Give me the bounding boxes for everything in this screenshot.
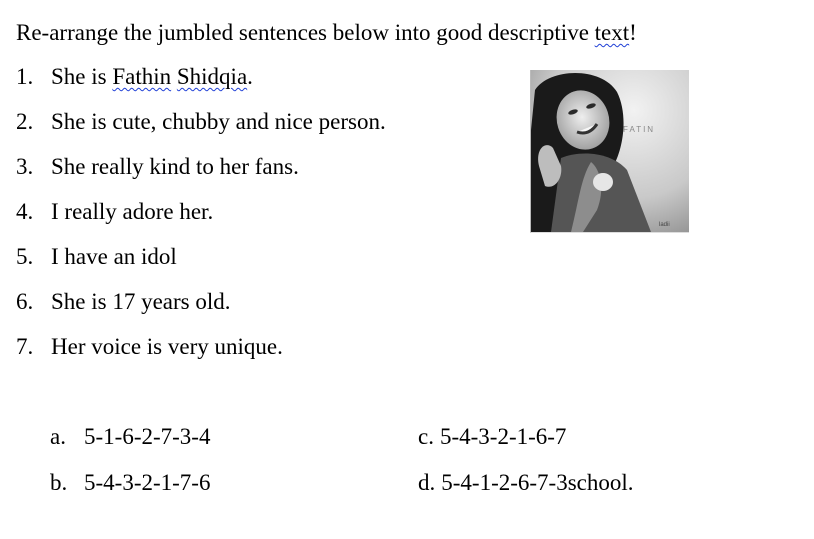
name-first: Fathin bbox=[112, 64, 172, 89]
sentence-text: Her voice is very unique. bbox=[51, 334, 283, 359]
instruction-title: Re-arrange the jumbled sentences below i… bbox=[16, 20, 637, 46]
option-b[interactable]: b. 5-4-3-2-1-7-6 bbox=[50, 470, 210, 496]
photo-corner-mark: ladii bbox=[659, 222, 670, 228]
sentence-number: 4. bbox=[16, 199, 34, 224]
option-value: 5-4-3-2-1-7-6 bbox=[84, 470, 211, 495]
title-end: ! bbox=[629, 20, 637, 45]
sentence-item: 3. She really kind to her fans. bbox=[16, 154, 386, 199]
sentence-item: 4. I really adore her. bbox=[16, 199, 386, 244]
sentence-text: She is 17 years old. bbox=[51, 289, 231, 314]
sentence-item: 6. She is 17 years old. bbox=[16, 289, 386, 334]
option-value: 5-4-1-2-6-7-3school. bbox=[441, 470, 634, 495]
option-label: d. bbox=[418, 470, 436, 495]
option-label: b. bbox=[50, 470, 68, 495]
sentence-number: 6. bbox=[16, 289, 34, 314]
option-value: 5-4-3-2-1-6-7 bbox=[439, 424, 567, 449]
option-d[interactable]: d. 5-4-1-2-6-7-3school. bbox=[418, 470, 634, 496]
idol-photo: FATIN ladii bbox=[530, 70, 689, 233]
sentence-text: She really kind to her fans. bbox=[51, 154, 299, 179]
sentence-item: 7. Her voice is very unique. bbox=[16, 334, 386, 379]
sentence-item: 5. I have an idol bbox=[16, 244, 386, 289]
sentence-text: She is Fathin Shidqia. bbox=[51, 64, 253, 109]
sentence-number: 1. bbox=[16, 64, 34, 89]
option-value: 5-1-6-2-7-3-4 bbox=[84, 424, 211, 449]
option-a[interactable]: a. 5-1-6-2-7-3-4 bbox=[50, 424, 210, 450]
sentence-list: 1. She is Fathin Shidqia. 2. She is cute… bbox=[16, 64, 386, 379]
title-text-word: text bbox=[594, 20, 630, 45]
sentence-text: I have an idol bbox=[51, 244, 177, 269]
sentence-item: 2. She is cute, chubby and nice person. bbox=[16, 109, 386, 154]
sentence-text: She is cute, chubby and nice person. bbox=[51, 109, 386, 134]
option-c[interactable]: c. 5-4-3-2-1-6-7 bbox=[418, 424, 566, 450]
text-part: She is bbox=[51, 64, 113, 89]
sentence-text: I really adore her. bbox=[51, 199, 214, 224]
photo-watermark: FATIN bbox=[623, 125, 655, 134]
sentence-item: 1. She is Fathin Shidqia. bbox=[16, 64, 386, 109]
sentence-number: 3. bbox=[16, 154, 34, 179]
title-main: Re-arrange the jumbled sentences below i… bbox=[16, 20, 595, 45]
sentence-number: 2. bbox=[16, 109, 34, 134]
idol-photo-graphic: FATIN ladii bbox=[531, 70, 689, 232]
text-period: . bbox=[247, 64, 253, 89]
sentence-number: 7. bbox=[16, 334, 34, 359]
name-last: Shidqia bbox=[176, 64, 248, 89]
option-label: a. bbox=[50, 424, 66, 449]
option-label: c. bbox=[418, 424, 434, 449]
sentence-number: 5. bbox=[16, 244, 34, 269]
